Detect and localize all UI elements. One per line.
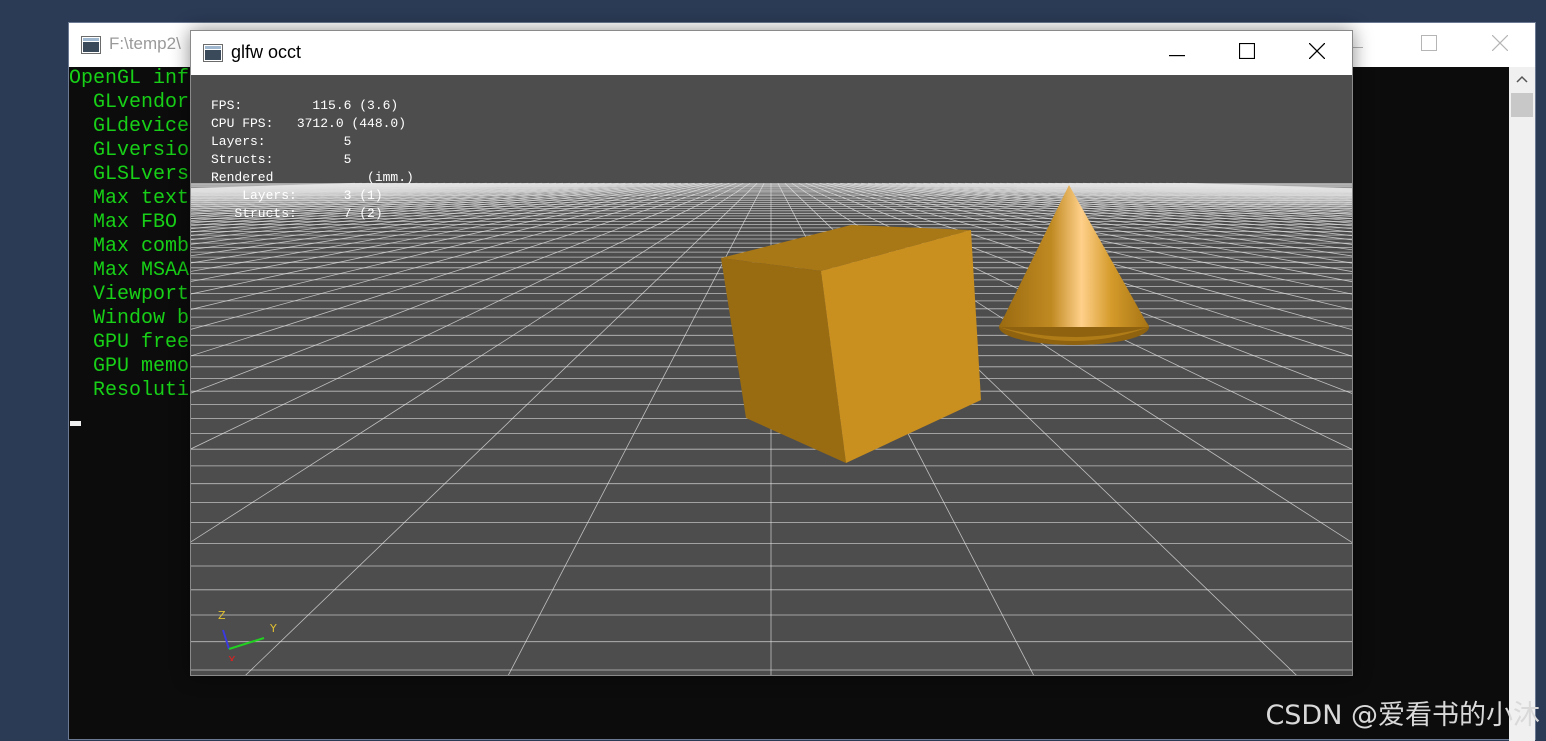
console-scrollbar[interactable]: [1509, 67, 1535, 741]
stats-line: Rendered (imm.): [211, 170, 414, 185]
watermark: CSDN @爱看书的小沐: [1265, 700, 1540, 731]
console-title: F:\temp2\: [109, 34, 181, 53]
glfw-title: glfw occt: [231, 42, 302, 62]
3d-viewport[interactable]: FPS: 115.6 (3.6) CPU FPS: 3712.0 (448.0) L…: [191, 75, 1352, 675]
glfw-maximize-button[interactable]: [1212, 31, 1282, 75]
close-icon: [1491, 34, 1509, 56]
glfw-minimize-button[interactable]: [1142, 31, 1212, 75]
cone-shape[interactable]: [999, 185, 1149, 345]
glfw-titlebar[interactable]: glfw occt: [191, 31, 1352, 75]
stats-line: Layers: 3 (1): [211, 188, 383, 203]
console-app-icon: [81, 36, 101, 59]
glfw-app-icon: [203, 44, 223, 67]
minimize-icon: [1169, 44, 1185, 62]
console-close-button[interactable]: [1465, 23, 1535, 67]
stats-line: Layers: 5: [211, 134, 352, 149]
maximize-icon: [1421, 34, 1437, 56]
axis-x-label: X: [228, 654, 236, 661]
scrollbar-thumb[interactable]: [1511, 93, 1533, 117]
stats-line: FPS: 115.6 (3.6): [211, 98, 399, 113]
fps-stats-overlay: FPS: 115.6 (3.6) CPU FPS: 3712.0 (448.0) L…: [211, 97, 414, 223]
console-cursor: [70, 421, 81, 426]
axis-z-label: Z: [218, 609, 226, 622]
scroll-up-arrow-icon[interactable]: [1509, 67, 1535, 91]
axis-y-label: Y: [269, 622, 277, 635]
axis-trihedron: Z Y X: [218, 609, 277, 661]
stats-line: CPU FPS: 3712.0 (448.0): [211, 116, 407, 131]
box-shape[interactable]: [721, 225, 981, 463]
glfw-close-button[interactable]: [1282, 31, 1352, 75]
y-axis-line: [228, 637, 265, 650]
stats-line: Structs: 5: [211, 152, 352, 167]
stats-line: Structs: 7 (2): [211, 206, 383, 221]
maximize-icon: [1238, 42, 1256, 64]
z-axis-line: [222, 629, 230, 650]
close-icon: [1308, 42, 1326, 64]
console-maximize-button[interactable]: [1394, 23, 1464, 67]
glfw-window: glfw occt FPS: 115.6 (3.6) CPU FPS: 3712…: [190, 30, 1353, 676]
